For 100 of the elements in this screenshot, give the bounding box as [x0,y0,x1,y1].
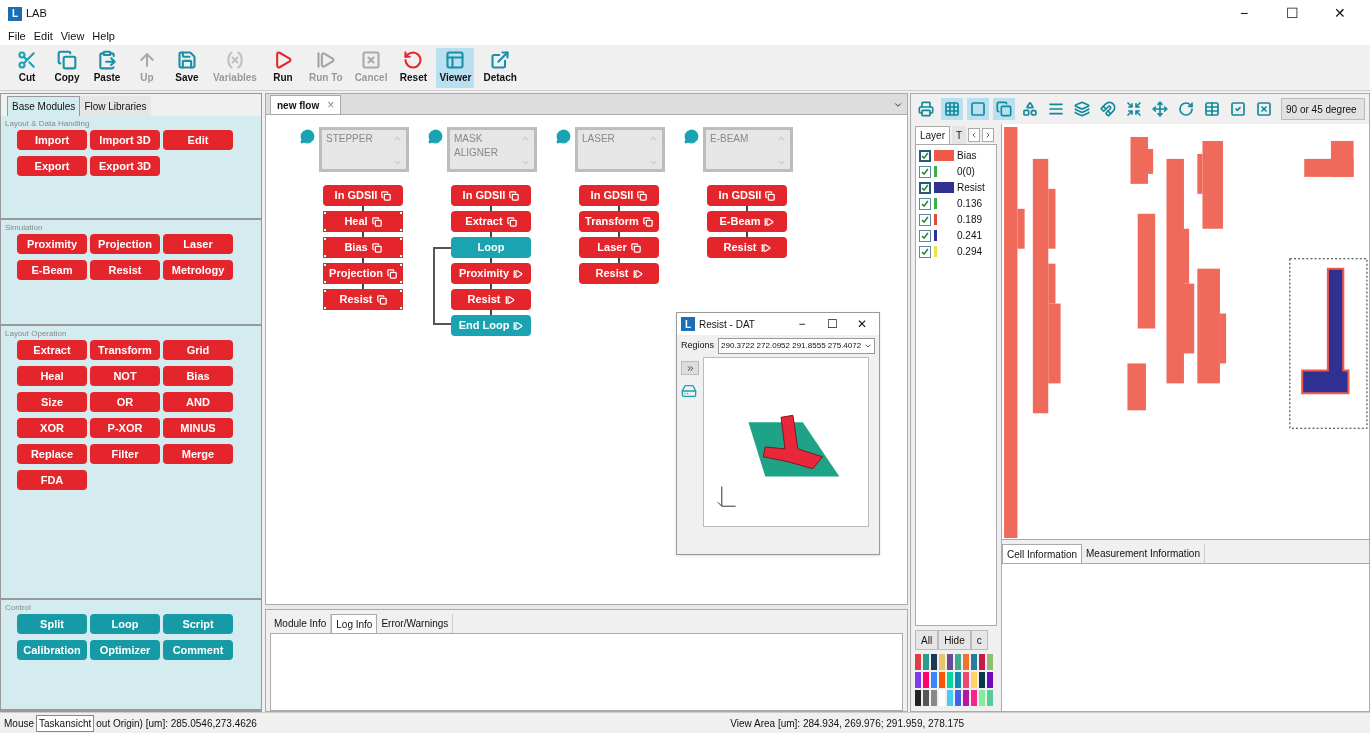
color-palette-drawing[interactable] [915,654,995,708]
save-icon[interactable] [681,383,697,399]
flow-block[interactable]: End Loop [451,315,531,336]
menu-item[interactable]: Help [92,27,115,45]
selection-handle[interactable] [399,280,403,284]
flow-block[interactable]: Proximity [451,263,531,284]
module-button[interactable]: Split [17,614,87,634]
flow-block[interactable]: In GDSII [323,185,403,206]
selection-handle[interactable] [399,254,403,258]
log-tab[interactable]: Log Info [331,614,378,633]
flow-block[interactable]: Resist [323,289,403,310]
flow-block[interactable]: Resist [707,237,787,258]
module-button[interactable]: E-Beam [17,260,87,280]
flow-block[interactable]: Projection [323,263,403,284]
toolbar-button[interactable]: Reset [396,47,431,88]
flow-block[interactable]: Heal [323,211,403,232]
flow-block[interactable]: Transform [579,211,659,232]
selection-handle[interactable] [323,228,327,232]
flow-block[interactable]: In GDSII [579,185,659,206]
layout-drawing[interactable] [1002,124,1369,539]
layer-tab[interactable]: T [952,126,967,144]
toolbar-button[interactable]: Detach [480,47,520,88]
flow-block[interactable]: Resist [579,263,659,284]
layer-checkbox[interactable] [919,197,931,210]
panel-tab[interactable]: Base Modules [7,96,81,116]
selection-handle[interactable] [323,289,327,293]
module-button[interactable]: Merge [163,444,233,464]
regions-dropdown[interactable]: 290.3722 272.0952 291.8555 275.4072 [718,338,875,354]
window-control[interactable]: − [1222,3,1266,24]
layer-checkbox[interactable] [919,149,931,162]
selection-handle[interactable] [399,289,403,293]
layer-checkbox[interactable] [919,245,931,258]
module-button[interactable]: Script [163,614,233,634]
selection-handle[interactable] [399,211,403,215]
module-button[interactable]: Export 3D [90,156,160,176]
module-button[interactable]: Metrology [163,260,233,280]
comment-icon[interactable] [684,129,699,144]
selection-handle[interactable] [323,263,327,267]
layer-checkbox[interactable] [919,165,931,178]
menu-item[interactable]: View [60,27,85,45]
module-button[interactable]: Calibration [17,640,87,660]
module-button[interactable]: Bias [163,366,233,386]
module-button[interactable]: Comment [163,640,233,660]
layer-checkbox[interactable] [919,229,931,242]
toolbar-button[interactable]: Viewer [436,47,475,88]
viewer-tool-button[interactable] [993,98,1015,120]
module-button[interactable]: Grid [163,340,233,360]
selection-handle[interactable] [323,280,327,284]
module-button[interactable]: AND [163,392,233,412]
module-button[interactable]: Transform [90,340,160,360]
module-button[interactable]: Heal [17,366,87,386]
play-fast-button[interactable] [681,361,699,375]
selection-handle[interactable] [323,211,327,215]
toolbar-button[interactable]: Copy [50,47,84,88]
viewer-tool-button[interactable] [941,98,963,120]
module-button[interactable]: Optimizer [90,640,160,660]
layer-button[interactable]: All [915,630,939,650]
module-button[interactable]: Proximity [17,234,87,254]
viewer-tool-button[interactable] [967,98,989,120]
scroll-left-button[interactable] [968,128,981,142]
info-tab[interactable]: Cell Information [1002,544,1083,563]
module-button[interactable]: Filter [90,444,160,464]
document-tab[interactable]: new flow × [270,95,342,114]
module-button[interactable]: Projection [90,234,160,254]
module-button[interactable]: XOR [17,418,87,438]
layer-checkbox[interactable] [919,213,931,226]
selection-handle[interactable] [399,306,403,310]
module-button[interactable]: Replace [17,444,87,464]
flow-block[interactable]: Resist [451,289,531,310]
module-button[interactable]: FDA [17,470,87,490]
module-button[interactable]: OR [90,392,160,412]
module-button[interactable]: Export [17,156,87,176]
toolbar-button[interactable]: Run [265,47,300,88]
menu-item[interactable]: Edit [33,27,53,45]
module-button[interactable]: NOT [90,366,160,386]
panel-tab[interactable]: Flow Libraries [80,96,151,116]
flow-block[interactable]: Extract [451,211,531,232]
scroll-right-button[interactable] [982,128,995,142]
window-control[interactable]: ✕ [1318,3,1362,24]
tab-menu-icon[interactable] [893,100,903,110]
flow-block[interactable]: Laser [579,237,659,258]
window-control[interactable]: ☐ [1270,3,1314,24]
flow-block[interactable]: Loop [451,237,531,258]
module-button[interactable]: Laser [163,234,233,254]
flow-block[interactable]: In GDSII [707,185,787,206]
module-button[interactable]: Import 3D [90,130,160,150]
flow-block[interactable]: Bias [323,237,403,258]
window-control[interactable]: − [789,315,815,333]
selection-handle[interactable] [399,228,403,232]
layer-checkbox[interactable] [919,181,931,194]
toolbar-button[interactable]: Paste [90,47,124,88]
toolbar-button[interactable]: Cut [10,47,44,88]
selection-handle[interactable] [399,237,403,241]
window-control[interactable]: ✕ [849,315,875,333]
snap-mode-field[interactable]: 90 or 45 degree [1281,98,1365,120]
toolbar-button[interactable]: Save [170,47,204,88]
layer-button[interactable]: Hide [938,630,971,650]
module-button[interactable]: P-XOR [90,418,160,438]
module-button[interactable]: Size [17,392,87,412]
module-button[interactable]: Import [17,130,87,150]
